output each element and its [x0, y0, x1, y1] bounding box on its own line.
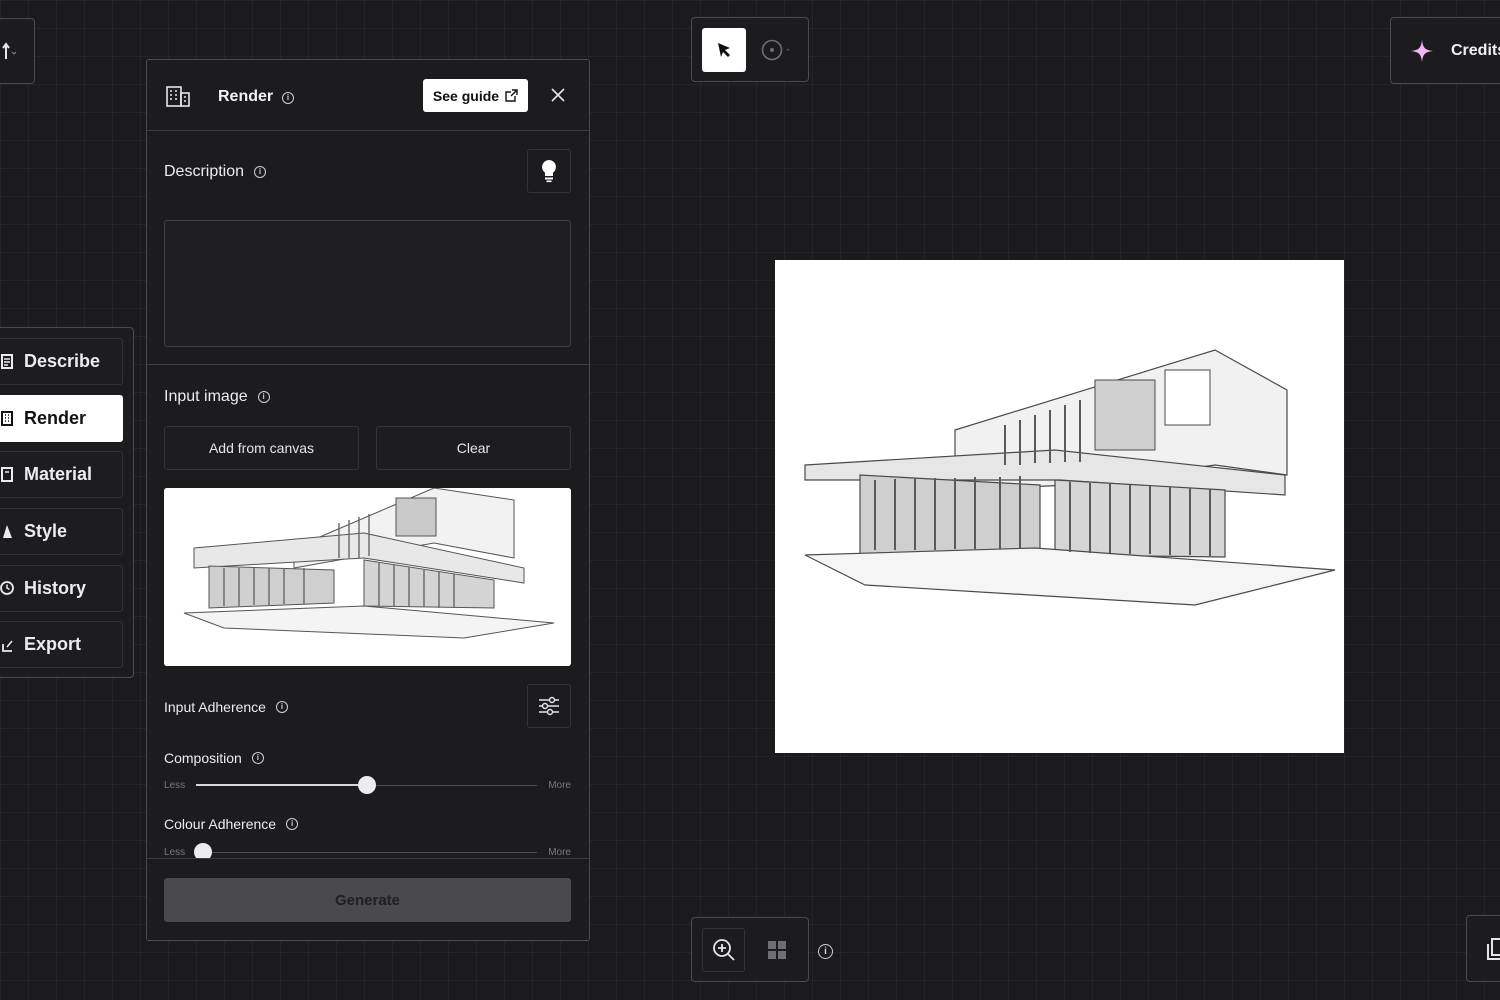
- nav-item-material[interactable]: Material: [0, 451, 123, 499]
- left-nav: Describe Render Material Style History E…: [0, 327, 134, 678]
- composition-slider[interactable]: Less More: [164, 776, 571, 794]
- lasso-tool-button[interactable]: [760, 28, 794, 72]
- generate-button[interactable]: Generate: [164, 878, 571, 922]
- input-adherence-label: Input Adherence: [164, 699, 266, 715]
- info-icon[interactable]: i: [286, 818, 299, 830]
- adherence-settings-button[interactable]: [527, 684, 571, 728]
- slider-track[interactable]: [193, 843, 537, 861]
- credits-label: Credits: [1451, 41, 1500, 59]
- panel-title: Render: [218, 88, 274, 105]
- material-icon: [0, 467, 14, 483]
- input-image-heading: Input image i: [164, 388, 270, 406]
- cursor-icon: [718, 42, 730, 57]
- slider-fill: [196, 784, 367, 786]
- grid-icon: [767, 940, 786, 959]
- house-sketch-thumbnail: [164, 488, 571, 666]
- description-input[interactable]: [164, 220, 571, 347]
- input-adherence-heading: Input Adherence i: [164, 699, 288, 715]
- building-icon: [166, 85, 190, 112]
- description-heading: Description i: [164, 163, 267, 181]
- prompt-ideas-button[interactable]: [527, 149, 571, 193]
- panel-footer: Generate: [147, 858, 589, 940]
- history-icon: [0, 580, 14, 596]
- info-icon[interactable]: i: [275, 701, 288, 713]
- info-icon[interactable]: i: [257, 391, 270, 403]
- close-icon: [551, 88, 565, 102]
- description-label: Description: [164, 163, 245, 180]
- close-button[interactable]: [547, 84, 569, 106]
- gallery-icon: [1487, 937, 1500, 960]
- describe-icon: [0, 354, 14, 370]
- upload-button[interactable]: [0, 18, 35, 84]
- sparkle-icon: [1411, 39, 1433, 62]
- info-icon[interactable]: i: [282, 92, 294, 104]
- slider-track[interactable]: [196, 776, 537, 794]
- panel-header: Render i See guide: [147, 60, 589, 131]
- info-icon[interactable]: i: [254, 166, 267, 178]
- zoom-in-icon: [712, 938, 735, 961]
- nav-item-style[interactable]: Style: [0, 508, 123, 556]
- nav-item-history[interactable]: History: [0, 564, 123, 612]
- lightbulb-icon: [542, 160, 556, 183]
- input-image-preview: [164, 488, 571, 666]
- credits-button[interactable]: Credits: [1390, 17, 1500, 84]
- house-sketch-image: [775, 260, 1344, 753]
- nav-item-label: Export: [24, 634, 82, 655]
- sliders-icon: [539, 696, 559, 716]
- style-icon: [0, 524, 14, 540]
- see-guide-label: See guide: [432, 87, 500, 104]
- nav-item-label: Style: [24, 521, 68, 542]
- composition-label: Composition: [164, 750, 242, 766]
- add-from-canvas-button[interactable]: Add from canvas: [164, 426, 359, 470]
- target-icon: [761, 39, 790, 60]
- canvas-image[interactable]: [775, 260, 1344, 753]
- slider-more-label: More: [548, 780, 571, 791]
- clear-label: Clear: [456, 440, 491, 456]
- top-toolbar: [691, 17, 809, 82]
- slider-knob[interactable]: [357, 776, 376, 794]
- composition-heading: Composition i: [164, 750, 264, 766]
- nav-item-label: History: [24, 577, 87, 598]
- nav-item-label: Describe: [24, 351, 101, 371]
- colour-adherence-label: Colour Adherence: [164, 816, 277, 832]
- zoom-in-button[interactable]: [702, 927, 745, 972]
- add-from-canvas-label: Add from canvas: [208, 440, 315, 456]
- nav-item-export[interactable]: Export: [0, 621, 123, 669]
- info-icon[interactable]: i: [818, 944, 833, 959]
- generate-label: Generate: [334, 891, 401, 909]
- clear-button[interactable]: Clear: [376, 426, 571, 470]
- input-image-label: Input image: [164, 388, 248, 405]
- slider-more-label: More: [548, 847, 571, 858]
- building-icon: [0, 410, 14, 426]
- nav-item-describe[interactable]: Describe: [0, 338, 123, 385]
- export-icon: [0, 637, 14, 653]
- bottom-toolbar: [691, 917, 809, 982]
- render-panel: Render i See guide Description i Input i…: [146, 59, 590, 941]
- nav-item-render[interactable]: Render: [0, 394, 123, 442]
- nav-item-label: Material: [24, 464, 93, 485]
- description-section: Description i: [147, 131, 589, 365]
- grid-view-button[interactable]: [755, 928, 798, 972]
- info-icon[interactable]: i: [251, 752, 264, 764]
- select-tool-button[interactable]: [702, 27, 746, 72]
- slider-less-label: Less: [164, 847, 186, 858]
- nav-item-label: Render: [24, 407, 87, 428]
- colour-adherence-heading: Colour Adherence i: [164, 816, 299, 832]
- gallery-button[interactable]: [1466, 915, 1500, 982]
- slider-less-label: Less: [164, 780, 186, 791]
- external-link-icon: [505, 89, 518, 102]
- see-guide-button[interactable]: See guide: [423, 79, 528, 112]
- upload-icon: [2, 42, 16, 59]
